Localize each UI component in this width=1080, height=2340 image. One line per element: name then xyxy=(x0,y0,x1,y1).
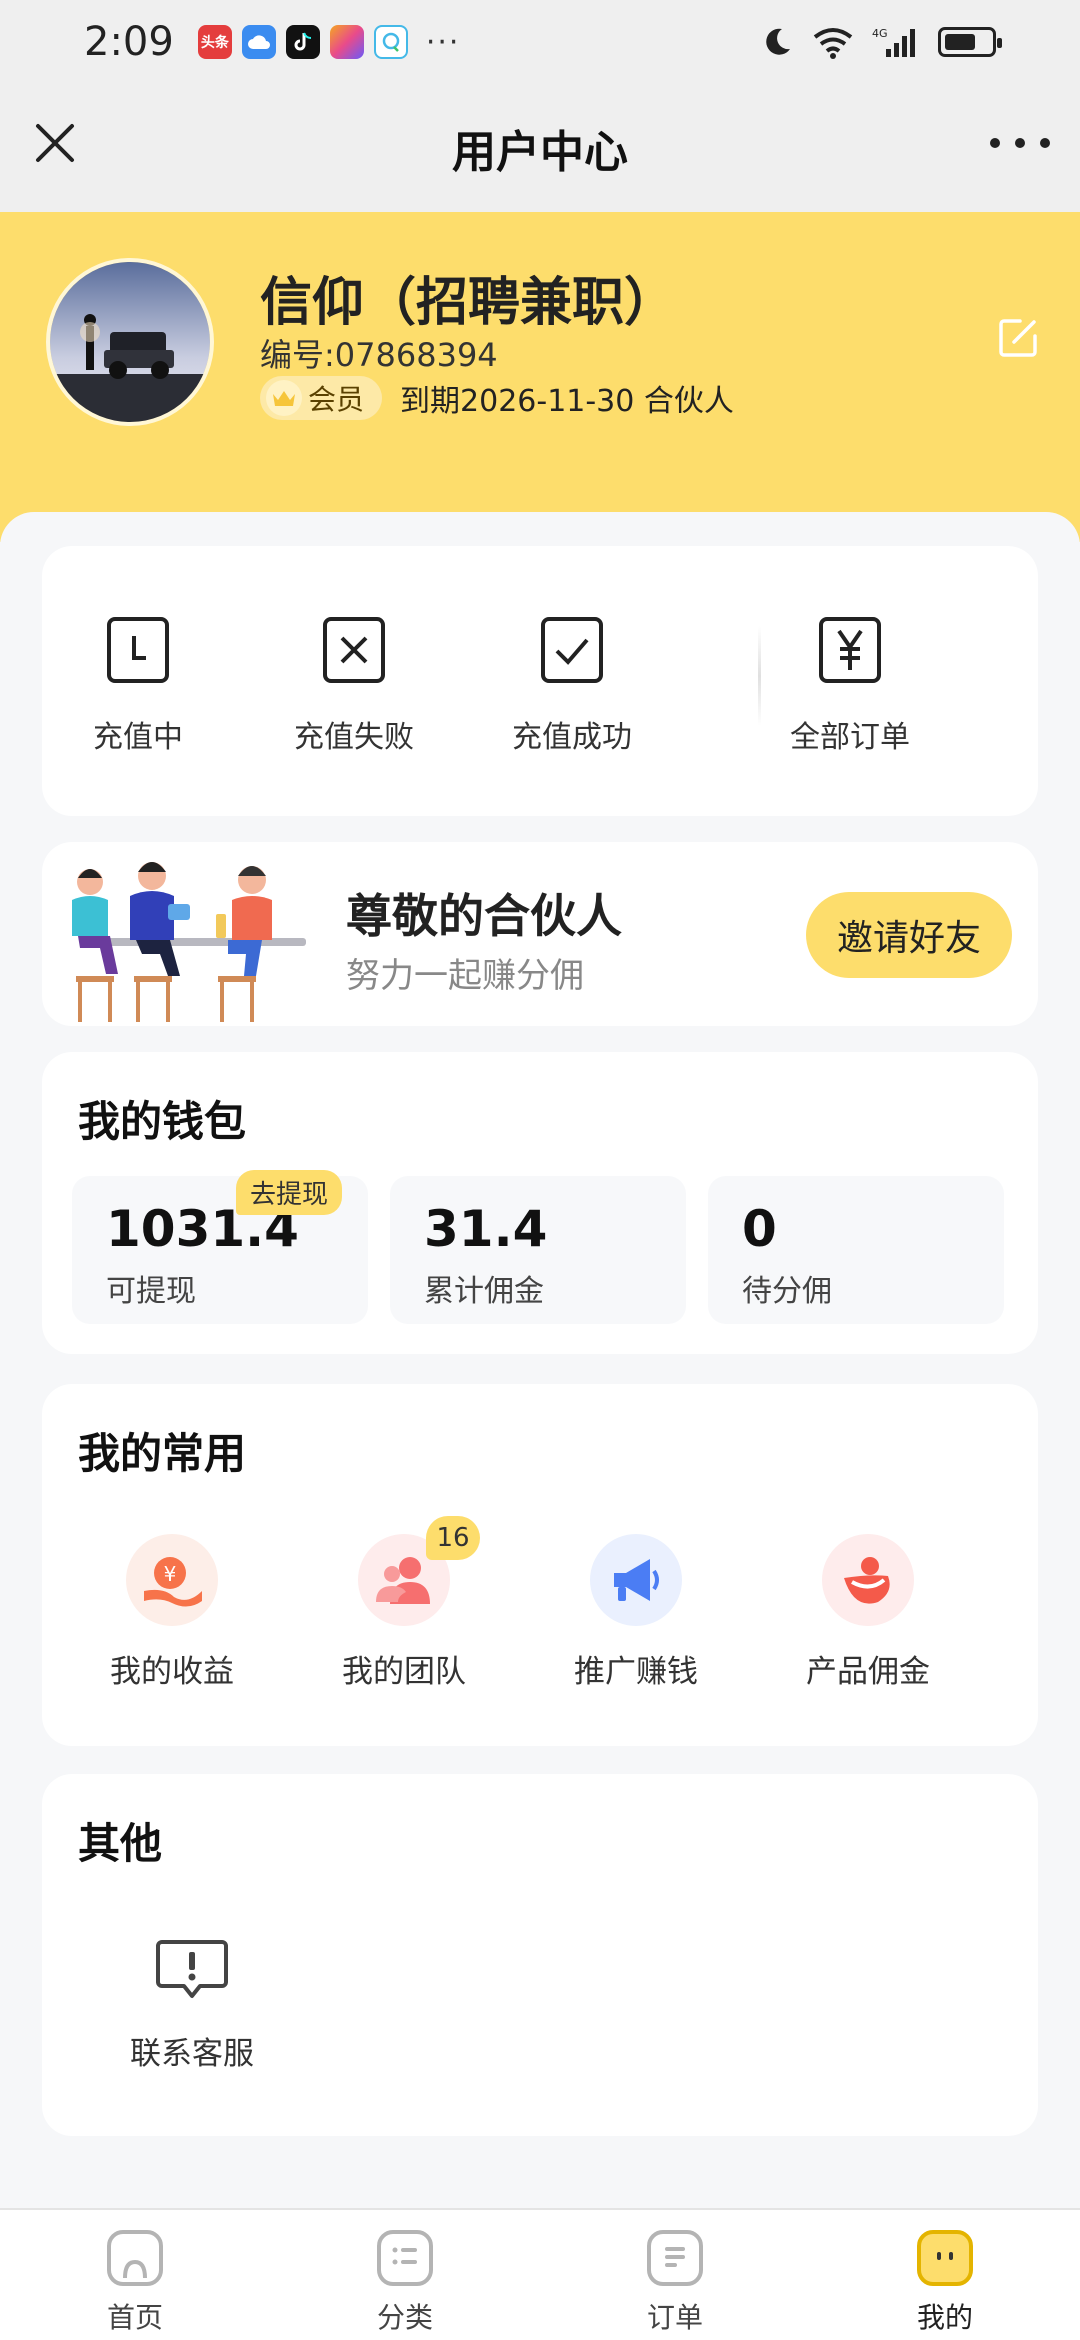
home-icon xyxy=(107,2230,163,2286)
wallet-label: 待分佣 xyxy=(742,1274,832,1309)
svg-text:¥: ¥ xyxy=(164,1562,177,1586)
order-all[interactable]: 全部订单 xyxy=(760,616,940,756)
section-title: 其他 xyxy=(78,1819,163,1868)
support-label: 联系客服 xyxy=(130,2036,254,2072)
member-expiry: 到期2026-11-30 合伙人 xyxy=(400,384,734,419)
category-icon xyxy=(377,2230,433,2286)
wallet-label: 累计佣金 xyxy=(424,1274,544,1309)
commission-icon xyxy=(822,1534,914,1626)
order-icon xyxy=(647,2230,703,2286)
common-label: 我的收益 xyxy=(110,1654,234,1690)
wallet-value: 31.4 xyxy=(424,1200,548,1258)
partner-banner: 尊敬的合伙人 努力一起赚分佣 邀请好友 xyxy=(42,842,1038,1026)
moon-icon xyxy=(766,28,790,55)
wallet-pending-commission[interactable]: 0 待分佣 xyxy=(708,1176,1004,1324)
nav-label: 我的 xyxy=(916,2301,973,2334)
clock-icon xyxy=(107,617,169,683)
nav-label: 订单 xyxy=(646,2301,703,2334)
yuan-icon xyxy=(819,617,881,683)
invite-friends-button[interactable]: 邀请好友 xyxy=(806,892,1012,978)
nav-category[interactable]: 分类 xyxy=(270,2210,540,2340)
order-label: 全部订单 xyxy=(790,720,910,755)
cloud-icon xyxy=(241,25,276,59)
toutiao-icon: 头条 xyxy=(197,25,232,59)
status-time: 2:09 xyxy=(84,19,174,65)
order-label: 充值失败 xyxy=(294,720,414,755)
order-label: 充值中 xyxy=(93,720,183,755)
wallet-card: 我的钱包 1031.4 可提现 去提现 31.4 累计佣金 0 待分佣 xyxy=(42,1052,1038,1354)
mine-icon xyxy=(917,2230,973,2286)
more-menu-icon[interactable] xyxy=(990,118,1050,168)
crown-icon xyxy=(266,380,302,416)
wallet-total-commission[interactable]: 31.4 累计佣金 xyxy=(390,1176,686,1324)
order-failed[interactable]: 充值失败 xyxy=(264,616,444,756)
wallet-value: 0 xyxy=(742,1200,777,1258)
common-team[interactable]: 16 我的团队 xyxy=(304,1516,504,1691)
support-icon xyxy=(156,1940,228,1998)
network-label: 4G xyxy=(872,27,888,40)
orders-card: 充值中 充值失败 充值成功 全部订单 xyxy=(42,546,1038,816)
nav-label: 分类 xyxy=(376,2301,433,2334)
nav-mine[interactable]: 我的 xyxy=(810,2210,1080,2340)
more-notifications: ··· xyxy=(425,24,461,60)
success-icon xyxy=(541,617,603,683)
earnings-icon: ¥ xyxy=(126,1534,218,1626)
member-label: 会员 xyxy=(308,383,365,416)
failed-icon xyxy=(323,617,385,683)
tiktok-icon xyxy=(285,25,320,59)
nav-label: 首页 xyxy=(106,2301,163,2334)
order-pending[interactable]: 充值中 xyxy=(48,616,228,756)
user-id: 编号:07868394 xyxy=(260,336,498,374)
close-icon[interactable] xyxy=(30,118,80,168)
team-icon: 16 xyxy=(358,1516,480,1626)
main-panel: 充值中 充值失败 充值成功 全部订单 尊敬的合伙人 努力一起赚分佣 邀请好友 我… xyxy=(0,512,1080,2208)
order-success[interactable]: 充值成功 xyxy=(482,616,662,756)
status-bar: 2:09 头条 ··· 4G xyxy=(0,0,1080,84)
battery-icon xyxy=(938,27,1002,57)
section-title: 我的常用 xyxy=(78,1429,247,1478)
nav-home[interactable]: 首页 xyxy=(0,2210,270,2340)
page-title: 用户中心 xyxy=(452,127,628,178)
megaphone-icon xyxy=(590,1534,682,1626)
partners-illustration xyxy=(72,862,306,1022)
nav-orders[interactable]: 订单 xyxy=(540,2210,810,2340)
signal-icon: 4G xyxy=(872,27,915,57)
contact-support[interactable]: 联系客服 xyxy=(102,1938,282,2073)
edit-icon[interactable] xyxy=(996,316,1040,360)
banner-title: 尊敬的合伙人 xyxy=(346,889,622,943)
withdraw-tag[interactable]: 去提现 xyxy=(236,1170,343,1215)
bottom-nav: 首页 分类 订单 我的 xyxy=(0,2208,1080,2340)
common-earnings[interactable]: ¥ 我的收益 xyxy=(72,1534,272,1691)
other-card: 其他 联系客服 xyxy=(42,1774,1038,2136)
user-name: 信仰（招聘兼职） xyxy=(260,273,677,333)
member-badge: 会员 xyxy=(260,376,383,420)
chat-icon xyxy=(373,25,408,59)
wifi-icon xyxy=(813,28,853,59)
section-title: 我的钱包 xyxy=(78,1097,247,1146)
common-label: 产品佣金 xyxy=(806,1654,930,1690)
common-card: 我的常用 ¥ 我的收益 16 我的团队 推广赚钱 产品佣金 xyxy=(42,1384,1038,1746)
app-icon xyxy=(329,25,364,59)
team-count-badge: 16 xyxy=(426,1516,480,1560)
order-label: 充值成功 xyxy=(512,720,632,755)
common-label: 我的团队 xyxy=(342,1654,466,1690)
common-label: 推广赚钱 xyxy=(574,1654,698,1690)
membership-row: 会员 到期2026-11-30 合伙人 xyxy=(260,376,734,420)
wallet-label: 可提现 xyxy=(106,1274,196,1309)
title-bar: 用户中心 xyxy=(0,84,1080,212)
avatar[interactable] xyxy=(46,258,214,426)
common-commission[interactable]: 产品佣金 xyxy=(768,1534,968,1691)
common-promote[interactable]: 推广赚钱 xyxy=(536,1534,736,1691)
profile-header: 信仰（招聘兼职） 编号:07868394 会员 到期2026-11-30 合伙人 xyxy=(0,212,1080,542)
banner-subtitle: 努力一起赚分佣 xyxy=(346,956,584,996)
wallet-withdrawable[interactable]: 1031.4 可提现 去提现 xyxy=(72,1170,368,1324)
